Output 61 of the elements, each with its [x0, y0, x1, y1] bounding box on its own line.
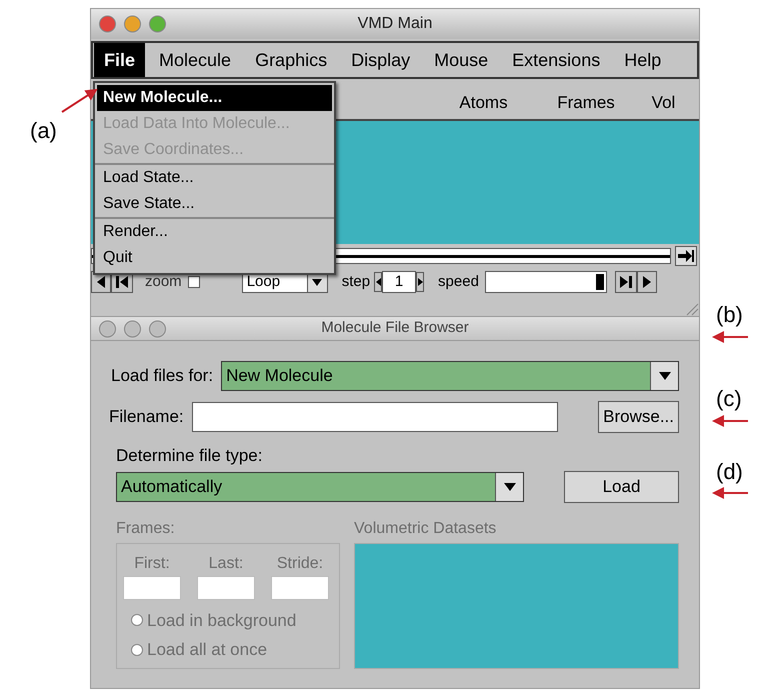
window-control-icon[interactable]: [99, 16, 116, 32]
menu-item[interactable]: Help: [614, 43, 672, 77]
caret-icon[interactable]: [658, 372, 670, 380]
play-icon[interactable]: [636, 271, 657, 293]
molecule-dropdown[interactable]: New Molecule: [221, 361, 679, 391]
menu-entry[interactable]: Load State...: [97, 165, 332, 191]
menu-entry[interactable]: New Molecule...: [97, 85, 332, 111]
caret-icon[interactable]: [504, 482, 516, 490]
speed-slider[interactable]: [484, 271, 607, 293]
frame-field[interactable]: [197, 576, 255, 600]
menu-item[interactable]: Molecule: [149, 43, 242, 77]
browse-button[interactable]: Browse...: [598, 401, 679, 433]
menu-entry[interactable]: Quit: [97, 245, 332, 271]
file-type-dropdown[interactable]: Automatically: [116, 472, 524, 502]
menu-entry[interactable]: Render...: [97, 219, 332, 245]
radio-label: Load in background: [147, 610, 296, 632]
slider-thumb[interactable]: [596, 274, 604, 290]
window-control-icon[interactable]: [99, 320, 116, 337]
column-header[interactable]: Atoms: [431, 90, 536, 115]
end-icon[interactable]: [675, 246, 697, 266]
field-label: Determine file type:: [116, 445, 264, 467]
column-header[interactable]: Vol: [636, 90, 691, 115]
step-field[interactable]: 1: [382, 271, 416, 293]
window-title: VMD Main: [358, 14, 432, 34]
annotation-label: (d): [716, 458, 743, 486]
menu-item[interactable]: Mouse: [424, 43, 498, 77]
window-control-icon[interactable]: [124, 16, 141, 32]
field-label: Load files for:: [111, 365, 214, 388]
menu-item[interactable]: Extensions: [502, 43, 610, 77]
resize-grip-icon[interactable]: [685, 302, 699, 316]
window-title: Molecule File Browser: [321, 318, 469, 338]
filename-field[interactable]: [192, 402, 558, 432]
field-label: First:: [134, 554, 170, 574]
radio-label: Load all at once: [147, 639, 268, 661]
menu-entry[interactable]: Save State...: [97, 191, 332, 217]
frame-field[interactable]: [271, 576, 329, 600]
menu-item[interactable]: Display: [341, 43, 420, 77]
frame-field[interactable]: [123, 576, 181, 600]
window-control-icon[interactable]: [149, 16, 166, 32]
speed-label: speed: [438, 272, 479, 292]
field-label: Filename:: [109, 406, 184, 428]
step-label: step: [342, 272, 370, 292]
field-label: Last:: [208, 554, 244, 574]
annotation-label: (c): [716, 385, 742, 413]
caret-icon[interactable]: [312, 278, 322, 286]
window-control-icon[interactable]: [149, 320, 166, 337]
zoom-label: zoom: [145, 272, 182, 292]
column-header[interactable]: Frames: [536, 90, 636, 115]
annotation-label: (a): [30, 117, 57, 145]
zoom-checkbox[interactable]: [188, 276, 200, 288]
group-label: Frames:: [116, 518, 176, 538]
increment-icon[interactable]: [416, 272, 424, 292]
load-button[interactable]: Load: [564, 470, 679, 502]
annotation-label: (b): [716, 301, 743, 329]
menu-item[interactable]: File: [94, 43, 146, 77]
decrement-icon[interactable]: [374, 272, 382, 292]
menu-item[interactable]: Graphics: [245, 43, 338, 77]
step-forward-icon[interactable]: [614, 271, 637, 293]
group-label: Volumetric Datasets: [354, 518, 498, 538]
window-control-icon[interactable]: [124, 320, 141, 337]
field-label: Stride:: [276, 554, 324, 574]
